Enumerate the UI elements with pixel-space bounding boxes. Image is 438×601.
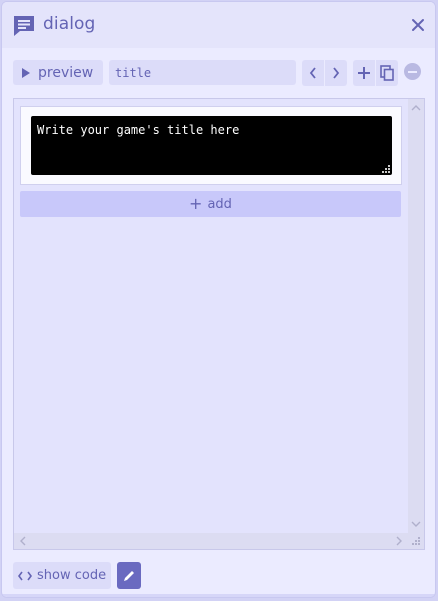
editor-content: Write your game's title here + add bbox=[14, 99, 408, 533]
resize-handle-icon[interactable] bbox=[382, 165, 390, 173]
scroll-right-icon[interactable] bbox=[394, 536, 404, 546]
chevron-right-icon bbox=[333, 67, 340, 79]
scroll-left-icon[interactable] bbox=[18, 536, 28, 546]
show-code-label: show code bbox=[37, 568, 107, 583]
copy-icon bbox=[380, 65, 394, 81]
panel-title: dialog bbox=[43, 14, 96, 34]
add-page-button[interactable] bbox=[353, 60, 375, 86]
remove-page-button[interactable] bbox=[404, 63, 421, 80]
dialog-icon bbox=[14, 16, 34, 36]
plus-icon bbox=[358, 67, 370, 79]
scroll-corner bbox=[408, 533, 424, 549]
show-code-button[interactable]: show code bbox=[13, 562, 111, 589]
resize-corner-icon[interactable] bbox=[412, 537, 420, 545]
play-icon bbox=[22, 67, 30, 78]
edit-button[interactable] bbox=[117, 562, 141, 589]
toolbar: preview bbox=[2, 48, 435, 98]
add-dialog-button[interactable]: + add bbox=[20, 191, 401, 217]
chevron-left-icon bbox=[309, 67, 316, 79]
panel-header: dialog bbox=[2, 2, 435, 48]
add-label: add bbox=[207, 196, 232, 212]
previous-page-button[interactable] bbox=[302, 60, 324, 86]
dialog-editor: Write your game's title here + add bbox=[13, 98, 425, 550]
scroll-down-icon[interactable] bbox=[411, 519, 421, 529]
scroll-up-icon[interactable] bbox=[411, 103, 421, 113]
dialog-text-card: Write your game's title here bbox=[20, 106, 402, 185]
horizontal-scrollbar[interactable] bbox=[14, 533, 408, 549]
vertical-scrollbar[interactable] bbox=[408, 99, 424, 533]
dialog-text-area[interactable]: Write your game's title here bbox=[31, 116, 392, 175]
next-page-button[interactable] bbox=[325, 60, 347, 86]
dialog-text: Write your game's title here bbox=[37, 123, 240, 137]
dialog-panel: dialog preview title Write your game's t… bbox=[1, 1, 436, 598]
dialog-title-input[interactable] bbox=[109, 60, 296, 85]
minus-circle-icon bbox=[408, 70, 417, 73]
pencil-icon bbox=[124, 570, 134, 581]
preview-button[interactable]: preview bbox=[13, 60, 103, 85]
preview-label: preview bbox=[38, 64, 94, 81]
close-icon[interactable] bbox=[411, 18, 425, 32]
plus-icon: + bbox=[189, 194, 203, 213]
code-icon bbox=[18, 571, 32, 580]
copy-page-button[interactable] bbox=[376, 60, 398, 86]
